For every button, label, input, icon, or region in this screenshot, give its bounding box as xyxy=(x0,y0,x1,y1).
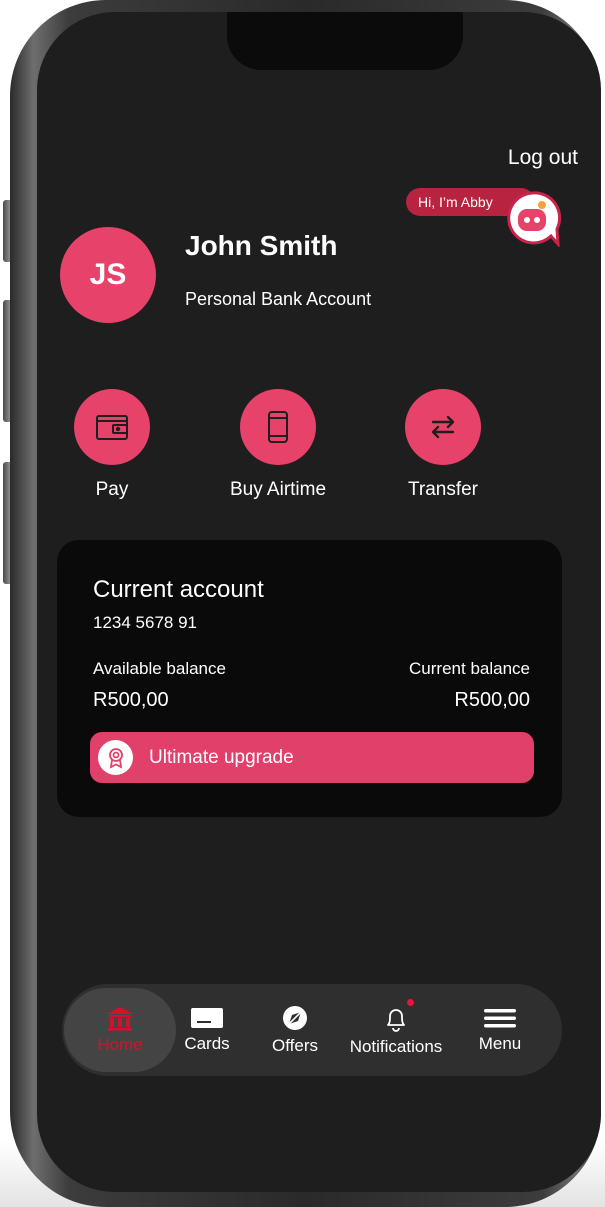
current-balance-label: Current balance xyxy=(409,659,530,678)
buy-airtime-circle[interactable] xyxy=(240,389,316,465)
avatar-initials: JS xyxy=(89,258,127,291)
award-icon-badge xyxy=(98,740,133,775)
notification-dot xyxy=(407,999,414,1006)
phone-notch xyxy=(227,12,463,70)
tab-notifications-label: Notifications xyxy=(349,1037,443,1056)
tab-notifications[interactable]: Notifications xyxy=(346,984,446,1076)
bell-icon-wrap xyxy=(379,999,414,1033)
tab-cards[interactable]: Cards xyxy=(157,984,257,1076)
account-type: Personal Bank Account xyxy=(185,289,372,309)
account-number: 1234 5678 91 xyxy=(93,613,197,632)
ultimate-upgrade-button[interactable]: Ultimate upgrade xyxy=(90,732,534,783)
compass-icon xyxy=(283,1006,307,1030)
user-name: John Smith xyxy=(185,230,338,261)
bank-icon xyxy=(107,1007,133,1031)
available-balance-label: Available balance xyxy=(93,659,226,678)
ultimate-upgrade-label: Ultimate upgrade xyxy=(149,747,294,768)
buy-airtime-label: Buy Airtime xyxy=(229,479,327,500)
account-card[interactable]: Current account 1234 5678 91 Available b… xyxy=(57,540,562,817)
account-title: Current account xyxy=(93,576,264,603)
buy-airtime-button[interactable]: Buy Airtime xyxy=(198,389,358,501)
phone-icon xyxy=(268,411,288,443)
card-icon xyxy=(191,1008,223,1028)
current-balance-value: R500,00 xyxy=(454,689,530,711)
chatbot-icon[interactable] xyxy=(503,189,561,247)
transfer-label: Transfer xyxy=(407,479,479,500)
bell-icon xyxy=(387,1009,405,1032)
tab-home-label: Home xyxy=(97,1035,143,1054)
award-icon xyxy=(108,747,123,769)
wallet-icon xyxy=(96,415,128,440)
tab-menu-label: Menu xyxy=(478,1034,522,1053)
tab-offers[interactable]: Offers xyxy=(245,984,345,1076)
transfer-button[interactable]: Transfer xyxy=(363,389,523,501)
available-balance-value: R500,00 xyxy=(93,689,169,711)
pay-label: Pay xyxy=(95,479,129,500)
pay-circle[interactable] xyxy=(74,389,150,465)
logout-button[interactable]: Log out xyxy=(508,146,578,170)
transfer-circle[interactable] xyxy=(405,389,481,465)
avatar[interactable]: JS xyxy=(60,227,156,323)
tab-offers-label: Offers xyxy=(272,1036,318,1055)
bottom-tab-bar: Home Cards Offers Notifications Menu xyxy=(62,984,562,1076)
tab-cards-label: Cards xyxy=(184,1034,230,1053)
transfer-icon xyxy=(431,415,455,439)
pay-button[interactable]: Pay xyxy=(32,389,192,501)
tab-menu[interactable]: Menu xyxy=(450,984,550,1076)
hamburger-icon xyxy=(484,1009,516,1028)
